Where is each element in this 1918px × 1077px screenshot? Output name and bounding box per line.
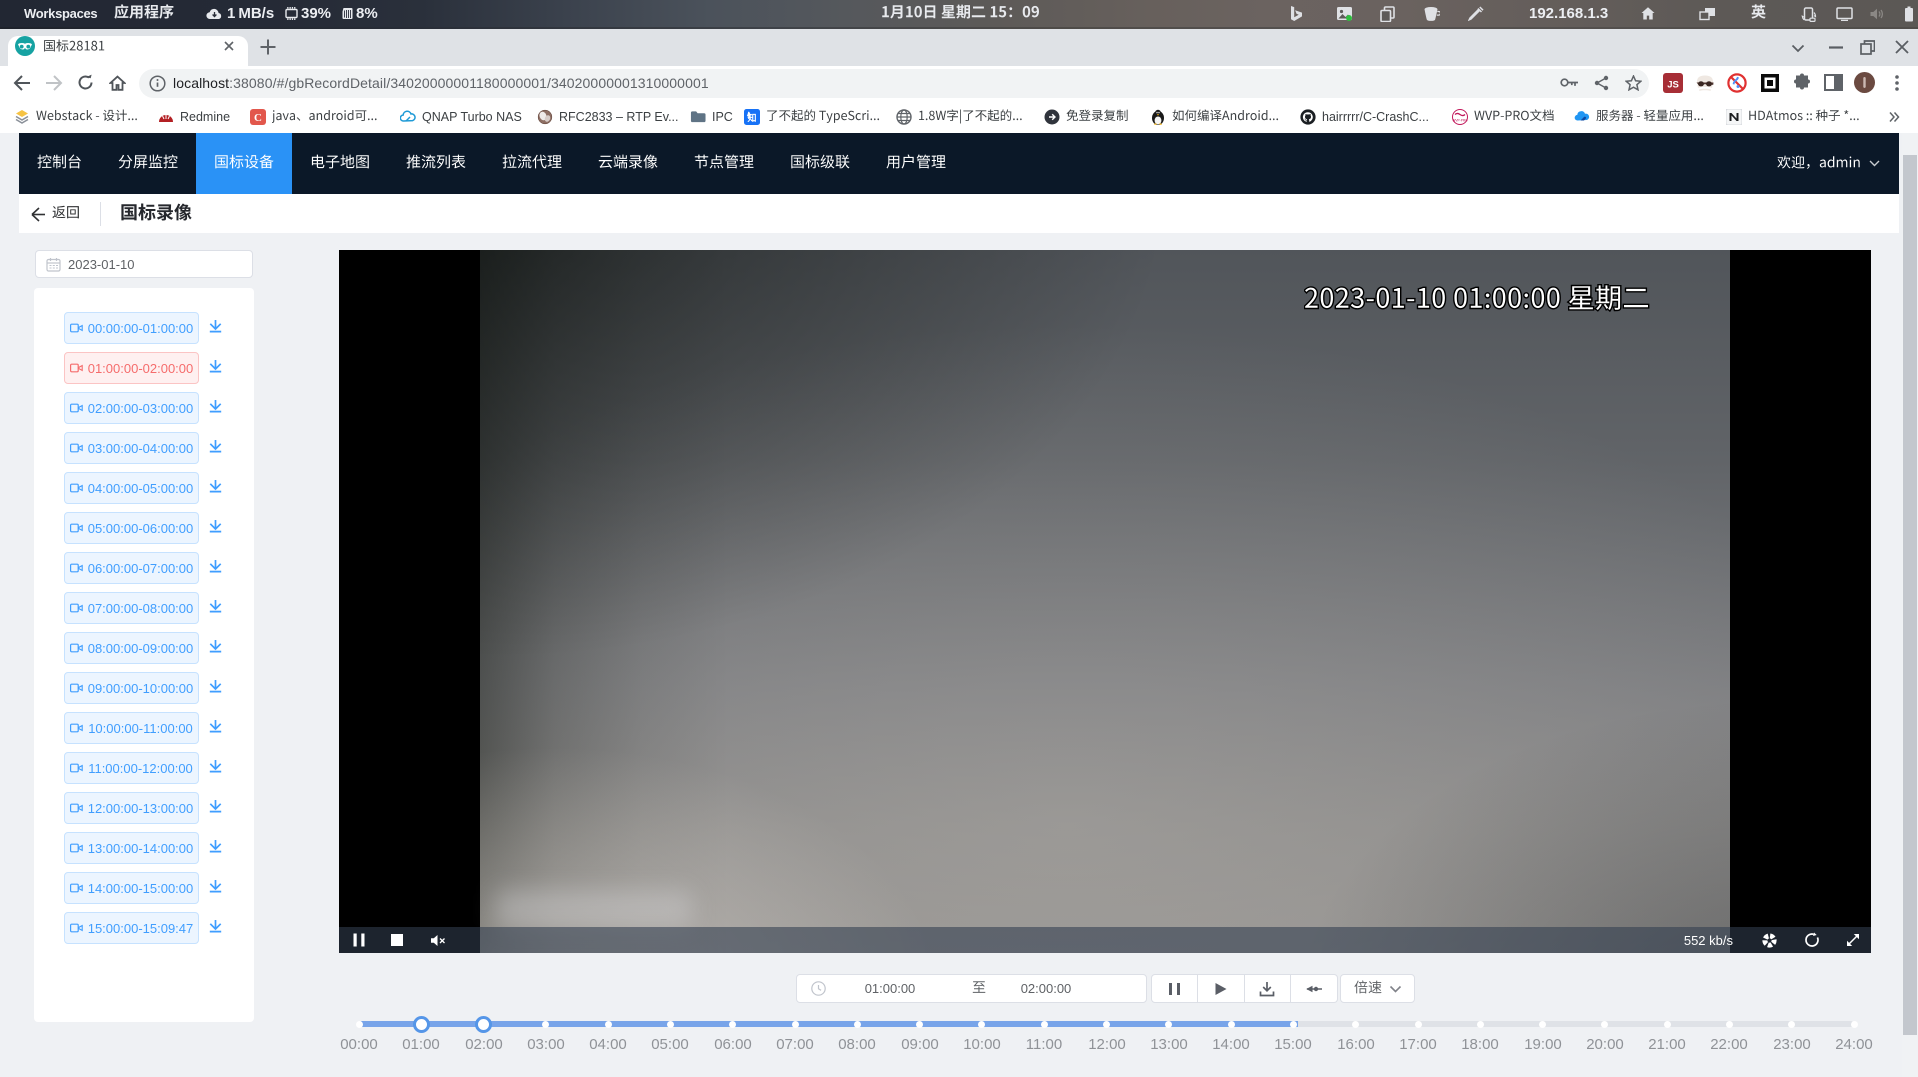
svg-text:知: 知 — [746, 112, 756, 123]
svg-text:C: C — [254, 112, 262, 124]
svg-text:JS: JS — [1667, 80, 1679, 91]
svg-text:WVP-PRO: WVP-PRO — [1452, 118, 1468, 122]
